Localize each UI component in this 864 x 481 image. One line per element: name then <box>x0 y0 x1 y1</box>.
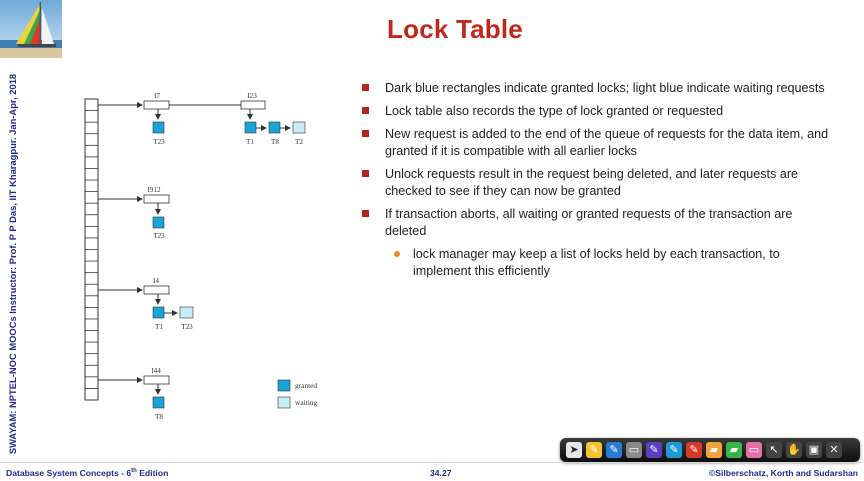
side-credit-text: SWAYAM: NPTEL-NOC MOOCs Instructor: Prof… <box>7 73 18 455</box>
granted-lock-i7-t23 <box>152 121 165 134</box>
highlighter-icon[interactable]: ▰ <box>706 442 722 458</box>
txn-label-i44-t8: T8 <box>155 413 163 421</box>
chain-i4: I4 T1 T23 <box>98 277 194 331</box>
bullet-item: Lock table also records the type of lock… <box>360 103 830 120</box>
granted-lock-i912-t23 <box>152 216 165 229</box>
bullet-text: Lock table also records the type of lock… <box>385 104 724 118</box>
footer-copyright: ©Silberschatz, Korth and Sudarshan <box>708 468 858 478</box>
waiting-lock-i4-t23 <box>179 306 194 319</box>
txn-label-i4-t23: T23 <box>181 323 193 331</box>
item-label-i23: I23 <box>247 92 257 100</box>
pen-icon[interactable]: ✎ <box>586 442 602 458</box>
footer-page-number: 34.27 <box>430 468 452 478</box>
annotation-toolbar: ➤ ✎ ✎ ▭ ✎ ✎ ✎ ▰ ▰ ▭ ↖ ✋ ▣ ✕ <box>560 438 860 462</box>
txn-label-i23-t2: T2 <box>295 138 303 146</box>
bullet-item: New request is added to the end of the q… <box>360 126 830 160</box>
round-bullet-icon <box>394 251 400 257</box>
close-icon[interactable]: ✕ <box>826 442 842 458</box>
footer-book-title: Database System Concepts - 6th Edition <box>6 468 168 478</box>
txn-label-i912-t23: T23 <box>153 232 165 240</box>
square-bullet-icon <box>362 130 369 137</box>
slide-footer: Database System Concepts - 6th Edition 3… <box>0 462 864 481</box>
screen-icon[interactable]: ▣ <box>806 442 822 458</box>
bullet-text: If transaction aborts, all waiting or gr… <box>385 207 793 238</box>
pen-icon[interactable]: ✎ <box>646 442 662 458</box>
legend-granted-swatch <box>277 379 291 392</box>
item-node-i23 <box>240 100 266 110</box>
square-bullet-icon <box>362 107 369 114</box>
square-bullet-icon <box>362 210 369 217</box>
pen-icon[interactable]: ✎ <box>686 442 702 458</box>
granted-lock-i23-t8 <box>268 121 281 134</box>
chain-i23: I23 T1 T8 T2 <box>240 92 306 146</box>
item-label-i7: I7 <box>154 92 160 100</box>
bullet-item: Unlock requests result in the request be… <box>360 166 830 200</box>
bullet-text: Unlock requests result in the request be… <box>385 167 799 198</box>
legend-granted-label: granted <box>295 381 317 390</box>
side-credit: SWAYAM: NPTEL-NOC MOOCs Instructor: Prof… <box>4 72 22 456</box>
bullet-text: Dark blue rectangles indicate granted lo… <box>385 81 825 95</box>
pen-icon[interactable]: ✎ <box>666 442 682 458</box>
pen-icon[interactable]: ✎ <box>606 442 622 458</box>
sub-bullet-item: lock manager may keep a list of locks he… <box>360 246 830 280</box>
item-node-i4 <box>143 285 170 295</box>
sailboat-logo <box>0 0 62 58</box>
square-bullet-icon <box>362 170 369 177</box>
item-node-i7 <box>143 100 170 110</box>
granted-lock-i4-t1 <box>152 306 165 319</box>
sub-bullet-text: lock manager may keep a list of locks he… <box>413 247 780 278</box>
item-node-i912 <box>143 194 170 204</box>
txn-label-i23-t1: T1 <box>246 138 254 146</box>
bullet-list: Dark blue rectangles indicate granted lo… <box>360 80 830 286</box>
bullet-item: Dark blue rectangles indicate granted lo… <box>360 80 830 97</box>
item-label-i44: I44 <box>151 367 161 375</box>
chain-i912: I912 T23 <box>98 186 170 240</box>
chain-i44: I44 T8 <box>98 367 170 421</box>
footer-edition-text: Edition <box>136 468 169 478</box>
footer-book-title-text: Database System Concepts - 6 <box>6 468 132 478</box>
highlighter-icon[interactable]: ▰ <box>726 442 742 458</box>
slide: SWAYAM: NPTEL-NOC MOOCs Instructor: Prof… <box>0 0 864 480</box>
pointer-icon[interactable]: ↖ <box>766 442 782 458</box>
legend-waiting-swatch <box>277 396 291 409</box>
txn-label-i23-t8: T8 <box>271 138 279 146</box>
eraser-icon[interactable]: ▭ <box>626 442 642 458</box>
bullet-text: New request is added to the end of the q… <box>385 127 829 158</box>
item-label-i912: I912 <box>147 186 161 194</box>
item-label-i4: I4 <box>153 277 159 285</box>
square-bullet-icon <box>362 84 369 91</box>
eraser-icon[interactable]: ▭ <box>746 442 762 458</box>
bullet-item: If transaction aborts, all waiting or gr… <box>360 206 830 240</box>
item-node-i44 <box>143 375 170 385</box>
txn-label-i4-t1: T1 <box>155 323 163 331</box>
txn-label-i7-t23: T23 <box>153 138 165 146</box>
chain-i7: I7 T23 <box>98 92 249 146</box>
legend-waiting-label: waiting <box>295 398 317 407</box>
hash-table-column <box>84 98 99 401</box>
hand-icon[interactable]: ✋ <box>786 442 802 458</box>
arrow-icon[interactable]: ➤ <box>566 442 582 458</box>
lock-table-diagram: I7 T23 I23 T1 T8 T2 I912 T23 I4 T1 T23 I… <box>80 88 340 428</box>
granted-lock-i44-t8 <box>152 396 165 409</box>
granted-lock-i23-t1 <box>244 121 257 134</box>
diagram-legend: granted waiting <box>277 379 317 409</box>
waiting-lock-i23-t2 <box>292 121 306 134</box>
slide-title: Lock Table <box>387 14 523 44</box>
